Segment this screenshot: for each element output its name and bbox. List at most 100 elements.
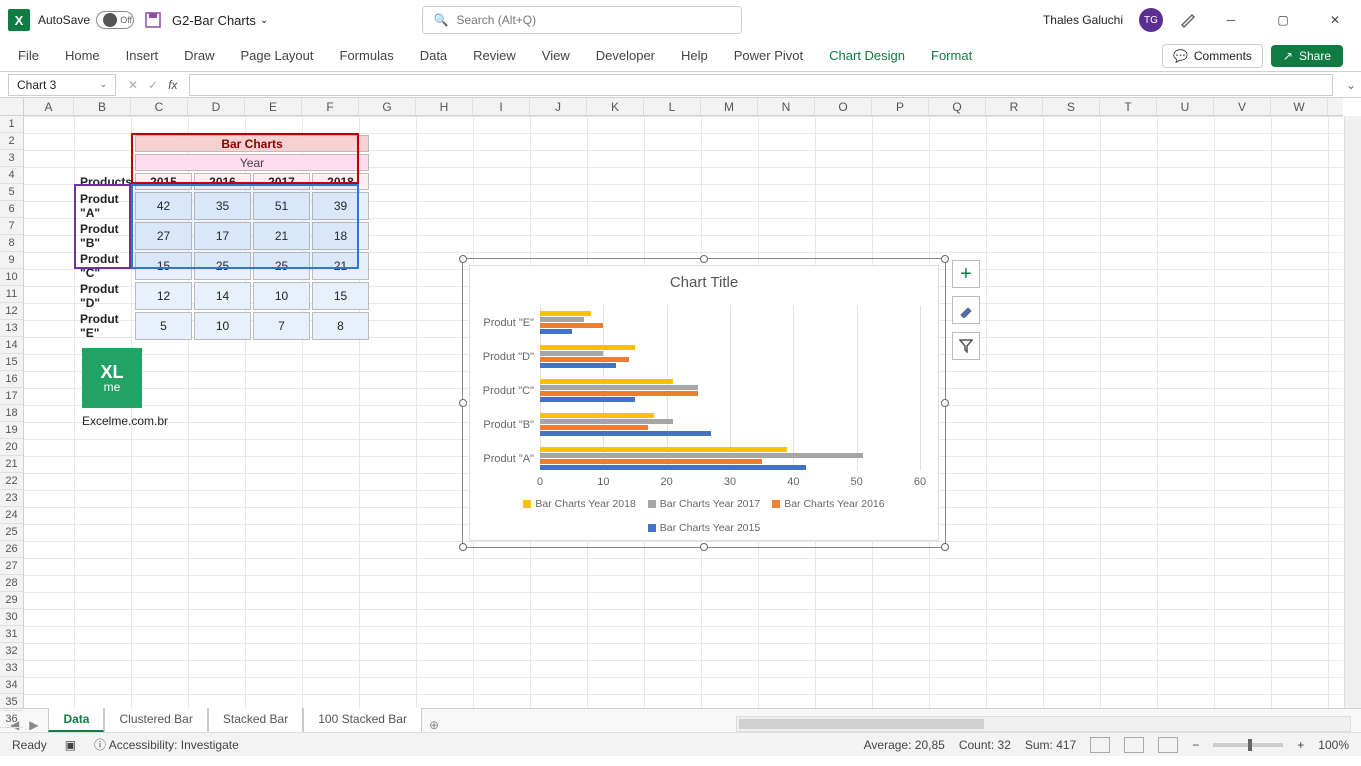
row-headers[interactable]: 1234567891011121314151617181920212223242… <box>0 116 24 708</box>
chart-bar[interactable] <box>540 363 616 368</box>
sheet-tab-stacked-bar[interactable]: Stacked Bar <box>208 707 303 732</box>
legend-item[interactable]: Bar Charts Year 2016 <box>772 498 884 510</box>
file-title[interactable]: G2-Bar Charts ⌄ <box>172 13 268 28</box>
row-header-8[interactable]: 8 <box>0 235 23 252</box>
col-header-K[interactable]: K <box>587 98 644 115</box>
col-header-R[interactable]: R <box>986 98 1043 115</box>
legend-item[interactable]: Bar Charts Year 2015 <box>648 522 760 534</box>
chart-object[interactable]: Chart Title 0102030405060Produt "E"Produ… <box>462 258 946 548</box>
sheet-tab-100-stacked-bar[interactable]: 100 Stacked Bar <box>303 707 422 732</box>
col-header-W[interactable]: W <box>1271 98 1328 115</box>
row-header-32[interactable]: 32 <box>0 643 23 660</box>
chart-bar[interactable] <box>540 391 698 396</box>
row-header-3[interactable]: 3 <box>0 150 23 167</box>
pen-icon[interactable] <box>1179 10 1197 31</box>
chart-bar[interactable] <box>540 329 572 334</box>
autosave-toggle[interactable]: AutoSave Off <box>38 11 134 29</box>
chart-bar[interactable] <box>540 351 603 356</box>
legend-item[interactable]: Bar Charts Year 2017 <box>648 498 760 510</box>
chart-bar[interactable] <box>540 431 711 436</box>
data-cell[interactable]: 10 <box>253 282 310 310</box>
tab-chart-design[interactable]: Chart Design <box>829 42 905 69</box>
tab-home[interactable]: Home <box>65 42 100 69</box>
user-name[interactable]: Thales Galuchi <box>1043 13 1123 27</box>
row-header-34[interactable]: 34 <box>0 677 23 694</box>
col-header-J[interactable]: J <box>530 98 587 115</box>
chart-bar[interactable] <box>540 345 635 350</box>
row-header-33[interactable]: 33 <box>0 660 23 677</box>
sheet-tab-data[interactable]: Data <box>48 707 104 732</box>
column-headers[interactable]: ABCDEFGHIJKLMNOPQRSTUVW <box>24 98 1343 116</box>
comments-button[interactable]: 💬 Comments <box>1162 44 1263 68</box>
col-header-E[interactable]: E <box>245 98 302 115</box>
row-header-17[interactable]: 17 <box>0 388 23 405</box>
data-cell[interactable]: 15 <box>312 282 369 310</box>
col-header-P[interactable]: P <box>872 98 929 115</box>
view-page-layout-button[interactable] <box>1124 737 1144 753</box>
col-header-I[interactable]: I <box>473 98 530 115</box>
chart-bar[interactable] <box>540 397 635 402</box>
tab-format[interactable]: Format <box>931 42 972 69</box>
data-cell[interactable]: 5 <box>135 312 192 340</box>
data-cell[interactable]: 51 <box>253 192 310 220</box>
zoom-slider[interactable] <box>1213 743 1283 747</box>
chart-legend[interactable]: Bar Charts Year 2018Bar Charts Year 2017… <box>470 498 938 534</box>
name-box[interactable]: Chart 3 ⌄ <box>8 74 116 96</box>
data-cell[interactable]: 15 <box>135 252 192 280</box>
user-avatar[interactable]: TG <box>1139 8 1163 32</box>
data-cell[interactable]: 14 <box>194 282 251 310</box>
zoom-out-button[interactable]: − <box>1192 738 1199 752</box>
cells-area[interactable]: Bar Charts Year Products 2015 2016 2017 … <box>24 116 1343 708</box>
data-cell[interactable]: 21 <box>312 252 369 280</box>
cancel-icon[interactable]: ✕ <box>128 78 138 92</box>
macro-record-icon[interactable]: ▣ <box>65 738 76 752</box>
accessibility-status[interactable]: ⓘ Accessibility: Investigate <box>94 736 239 753</box>
data-cell[interactable]: 25 <box>253 252 310 280</box>
chart-bar[interactable] <box>540 311 591 316</box>
chart-plot-area[interactable]: 0102030405060Produt "E"Produt "D"Produt … <box>540 306 918 470</box>
row-header-19[interactable]: 19 <box>0 422 23 439</box>
data-cell[interactable]: 39 <box>312 192 369 220</box>
row-header-22[interactable]: 22 <box>0 473 23 490</box>
row-header-29[interactable]: 29 <box>0 592 23 609</box>
row-header-5[interactable]: 5 <box>0 184 23 201</box>
data-cell[interactable]: 25 <box>194 252 251 280</box>
row-header-21[interactable]: 21 <box>0 456 23 473</box>
tab-view[interactable]: View <box>542 42 570 69</box>
chart-styles-button[interactable] <box>952 296 980 324</box>
tab-page-layout[interactable]: Page Layout <box>241 42 314 69</box>
vertical-scrollbar[interactable] <box>1344 116 1361 708</box>
col-header-Q[interactable]: Q <box>929 98 986 115</box>
row-header-12[interactable]: 12 <box>0 303 23 320</box>
data-cell[interactable]: 12 <box>135 282 192 310</box>
col-header-C[interactable]: C <box>131 98 188 115</box>
worksheet-grid[interactable]: ABCDEFGHIJKLMNOPQRSTUVW 1234567891011121… <box>0 98 1361 708</box>
chart-elements-button[interactable]: + <box>952 260 980 288</box>
data-cell[interactable]: 21 <box>253 222 310 250</box>
save-icon[interactable] <box>142 9 164 31</box>
chart-bar[interactable] <box>540 419 673 424</box>
col-header-A[interactable]: A <box>24 98 74 115</box>
tab-review[interactable]: Review <box>473 42 516 69</box>
row-header-24[interactable]: 24 <box>0 507 23 524</box>
chart-bar[interactable] <box>540 379 673 384</box>
row-header-36[interactable]: 36 <box>0 711 23 728</box>
col-header-T[interactable]: T <box>1100 98 1157 115</box>
row-header-1[interactable]: 1 <box>0 116 23 133</box>
row-header-10[interactable]: 10 <box>0 269 23 286</box>
row-header-16[interactable]: 16 <box>0 371 23 388</box>
row-header-4[interactable]: 4 <box>0 167 23 184</box>
close-button[interactable]: ✕ <box>1317 6 1353 34</box>
chart-bar[interactable] <box>540 385 698 390</box>
maximize-button[interactable]: ▢ <box>1265 6 1301 34</box>
data-cell[interactable]: 8 <box>312 312 369 340</box>
chart-bar[interactable] <box>540 357 629 362</box>
formula-input[interactable] <box>189 74 1333 96</box>
row-header-35[interactable]: 35 <box>0 694 23 711</box>
tab-help[interactable]: Help <box>681 42 708 69</box>
chart-bar[interactable] <box>540 447 787 452</box>
row-header-25[interactable]: 25 <box>0 524 23 541</box>
chart-bar[interactable] <box>540 425 648 430</box>
col-header-B[interactable]: B <box>74 98 131 115</box>
col-header-H[interactable]: H <box>416 98 473 115</box>
